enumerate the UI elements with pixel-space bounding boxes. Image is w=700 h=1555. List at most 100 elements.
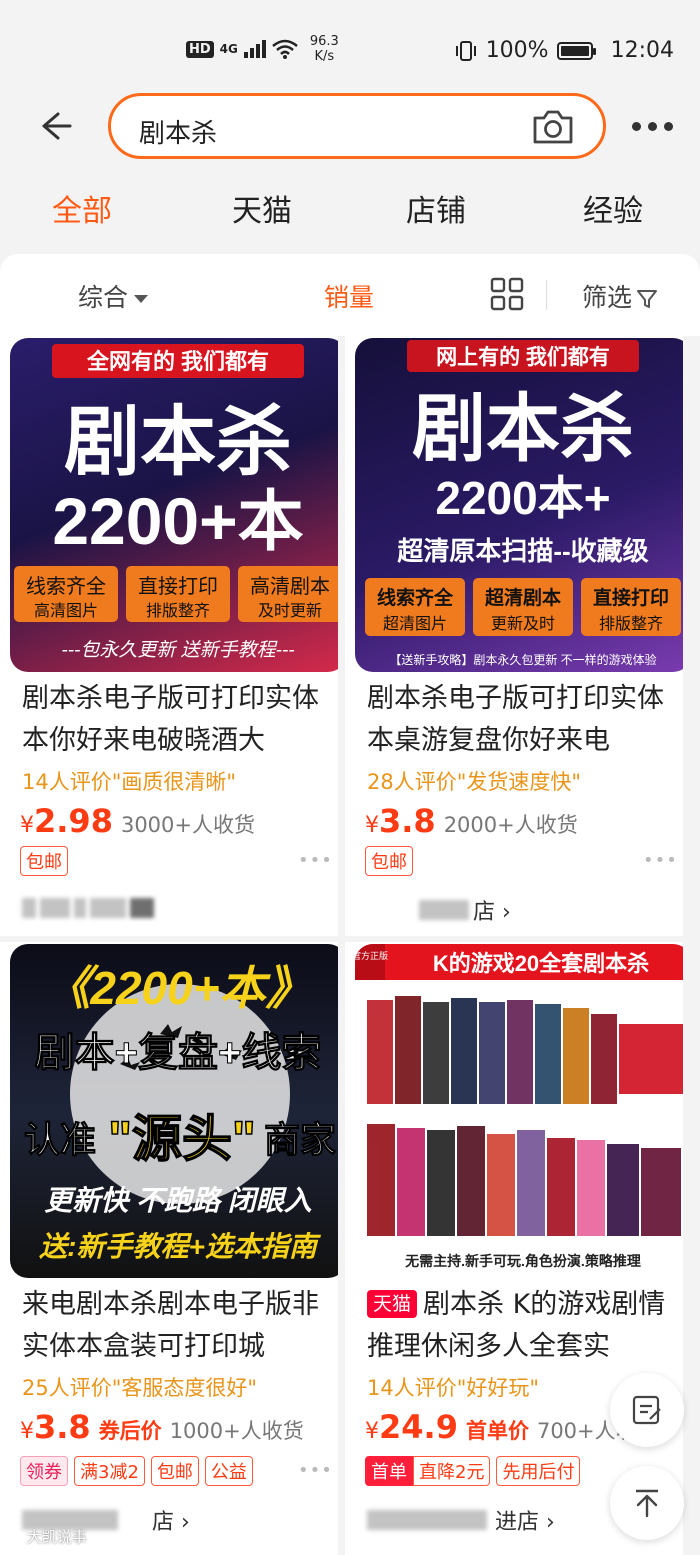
filter-button[interactable]: 筛选 [582, 278, 658, 314]
product-image[interactable]: 全网有的 我们都有 剧本杀 2200+本 线索齐全 高清图片 直接打印 排版整齐… [10, 338, 338, 672]
back-to-top-button[interactable] [610, 1466, 684, 1540]
product-image-art: 官方正版 K的游戏20全套剧本杀 无需主持.新手可玩.角色扮演.策略推理 [355, 944, 683, 1269]
feedback-button[interactable] [610, 1373, 684, 1447]
tab-tmall[interactable]: 天猫 [232, 186, 292, 230]
product-card[interactable]: 官方正版 K的游戏20全套剧本杀 无需主持.新手可玩.角色扮演.策略推理 天猫剧… [345, 942, 683, 1555]
svg-text:直接打印: 直接打印 [138, 575, 218, 598]
svg-text:排版整齐: 排版整齐 [599, 615, 663, 633]
svg-text:超清图片: 超清图片 [383, 615, 447, 633]
product-title[interactable]: 天猫 剧本杀 K的游戏剧情推理休闲多人全套实 [367, 1284, 683, 1368]
chevron-down-icon [134, 295, 149, 303]
product-badges: 包邮 [365, 846, 419, 876]
product-image[interactable]: 官方正版 K的游戏20全套剧本杀 无需主持.新手可玩.角色扮演.策略推理 [355, 944, 683, 1278]
svg-text:2200+本: 2200+本 [52, 484, 303, 558]
product-title[interactable]: 剧本杀电子版可打印实体本桌游复盘你好来电 [367, 678, 683, 762]
filter-icon [637, 290, 658, 308]
svg-text:全网有的 我们都有: 全网有的 我们都有 [86, 349, 269, 374]
search-input[interactable]: 剧本杀 [108, 93, 606, 159]
more-menu-icon[interactable] [632, 116, 676, 136]
product-review: 14人评价"画质很清晰" [22, 770, 237, 794]
product-card[interactable]: 全网有的 我们都有 剧本杀 2200+本 线索齐全 高清图片 直接打印 排版整齐… [0, 336, 338, 936]
svg-text:官方正版: 官方正版 [355, 950, 388, 961]
svg-text:线索齐全: 线索齐全 [26, 575, 106, 598]
watermark: 大凯说事 [8, 1526, 87, 1547]
product-title[interactable]: 剧本杀电子版可打印实体本你好来电破晓酒大 [22, 678, 338, 762]
signal-icon [243, 40, 266, 58]
product-image[interactable]: 《2200+本》 剧本+复盘+线索 认准 "源头" 商家 更新快 不跑路 闭眼入… [10, 944, 338, 1278]
svg-text:超清剧本: 超清剧本 [484, 586, 561, 609]
product-image-art: 《2200+本》 剧本+复盘+线索 认准 "源头" 商家 更新快 不跑路 闭眼入… [23, 962, 336, 1262]
product-card[interactable]: 网上有的 我们都有 剧本杀 2200本+ 超清原本扫描--收藏级 线索齐全 超清… [345, 336, 683, 936]
shop-link[interactable]: 店 › [367, 894, 511, 926]
promo-badge: 满3减2 [74, 1456, 145, 1486]
sort-sales[interactable]: 销量 [324, 278, 374, 314]
svg-text:无需主持.新手可玩.角色扮演.策略推理: 无需主持.新手可玩.角色扮演.策略推理 [404, 1253, 641, 1269]
product-review: 14人评价"好好玩" [367, 1376, 540, 1400]
product-review: 28人评价"发货速度快" [367, 770, 582, 794]
arrow-up-icon [636, 1489, 658, 1518]
svg-text:K的游戏20全套剧本杀: K的游戏20全套剧本杀 [433, 951, 649, 976]
product-badges: 包邮 [20, 846, 74, 876]
product-price: ¥3.8 2000+人收货 [365, 802, 578, 840]
tab-shops[interactable]: 店铺 [406, 186, 466, 230]
product-image[interactable]: 网上有的 我们都有 剧本杀 2200本+ 超清原本扫描--收藏级 线索齐全 超清… [355, 338, 683, 672]
svg-text:剧本杀: 剧本杀 [412, 387, 634, 470]
svg-text:剧本+复盘+线索: 剧本+复盘+线索 [35, 1030, 322, 1075]
grid-view-icon[interactable] [490, 277, 524, 311]
svg-text:【送新手攻略】剧本永久包更新 不一样的游戏体验: 【送新手攻略】剧本永久包更新 不一样的游戏体验 [389, 652, 656, 667]
svg-text:高清图片: 高清图片 [34, 602, 98, 620]
shop-link[interactable] [22, 898, 154, 918]
search-tabs: 全部 天猫 店铺 经验 [0, 176, 700, 246]
search-query: 剧本杀 [139, 119, 218, 149]
price-drop-badge: 直降2元 [413, 1456, 491, 1486]
tmall-badge: 天猫 [367, 1290, 418, 1318]
tab-experience[interactable]: 经验 [583, 186, 643, 230]
svg-text:《2200+本》: 《2200+本》 [44, 962, 311, 1014]
free-shipping-badge: 包邮 [20, 846, 68, 876]
free-shipping-badge: 包邮 [365, 846, 413, 876]
product-price: ¥3.8 券后价 1000+人收货 [20, 1408, 304, 1446]
product-badges: 首单 直降2元 先用后付 [365, 1456, 586, 1486]
svg-text:商家: 商家 [264, 1119, 336, 1160]
product-card[interactable]: 《2200+本》 剧本+复盘+线索 认准 "源头" 商家 更新快 不跑路 闭眼入… [0, 942, 338, 1555]
watermark-logo [8, 1530, 22, 1544]
more-dots-icon[interactable]: ••• [643, 850, 678, 871]
svg-text:更新快 不跑路 闭眼入: 更新快 不跑路 闭眼入 [44, 1185, 312, 1216]
svg-text:认准: 认准 [24, 1119, 96, 1160]
svg-text:网上有的 我们都有: 网上有的 我们都有 [436, 345, 610, 369]
svg-text:高清剧本: 高清剧本 [250, 575, 330, 598]
product-price: ¥24.9 首单价 700+人收 [365, 1408, 637, 1446]
svg-text:排版整齐: 排版整齐 [146, 602, 210, 620]
svg-text:直接打印: 直接打印 [593, 586, 669, 609]
shop-link[interactable]: 进店 › [367, 1504, 555, 1536]
tab-all[interactable]: 全部 [52, 186, 112, 230]
svg-text:剧本杀: 剧本杀 [64, 400, 292, 485]
first-order-badge: 首单 [365, 1456, 413, 1486]
product-review: 25人评价"客服态度很好" [22, 1376, 258, 1400]
svg-text:---包永久更新 送新手教程---: ---包永久更新 送新手教程--- [61, 639, 294, 661]
coupon-badge[interactable]: 领券 [20, 1456, 68, 1486]
product-grid: 全网有的 我们都有 剧本杀 2200+本 线索齐全 高清图片 直接打印 排版整齐… [0, 336, 700, 1555]
search-header: 剧本杀 [0, 90, 700, 164]
clock: 12:04 [610, 38, 674, 63]
vibrate-icon [455, 40, 476, 61]
charity-badge: 公益 [204, 1456, 253, 1486]
product-price: ¥2.98 3000+人收货 [20, 802, 255, 840]
battery-percent: 100% [485, 38, 549, 63]
product-image-art: 全网有的 我们都有 剧本杀 2200+本 线索齐全 高清图片 直接打印 排版整齐… [14, 344, 338, 661]
network-type: 4G [219, 42, 238, 56]
svg-text:送:新手教程+选本指南: 送:新手教程+选本指南 [39, 1231, 322, 1262]
svg-text:"源头": "源头" [108, 1111, 255, 1167]
hd-icon: HD [186, 40, 214, 58]
more-dots-icon[interactable]: ••• [298, 1460, 333, 1481]
sort-comprehensive[interactable]: 综合 [78, 278, 149, 314]
battery-icon [556, 41, 596, 60]
network-speed: 96.3 K/s [309, 34, 339, 64]
more-dots-icon[interactable]: ••• [298, 850, 333, 871]
back-arrow-icon[interactable] [32, 106, 76, 146]
product-image-art: 网上有的 我们都有 剧本杀 2200本+ 超清原本扫描--收藏级 线索齐全 超清… [365, 340, 681, 667]
sort-bar: 综合 销量 筛选 [0, 254, 700, 336]
product-title[interactable]: 来电剧本杀剧本电子版非实体本盒装可打印城 [22, 1284, 338, 1368]
camera-icon[interactable] [531, 108, 575, 146]
svg-text:2200本+: 2200本+ [435, 472, 610, 524]
